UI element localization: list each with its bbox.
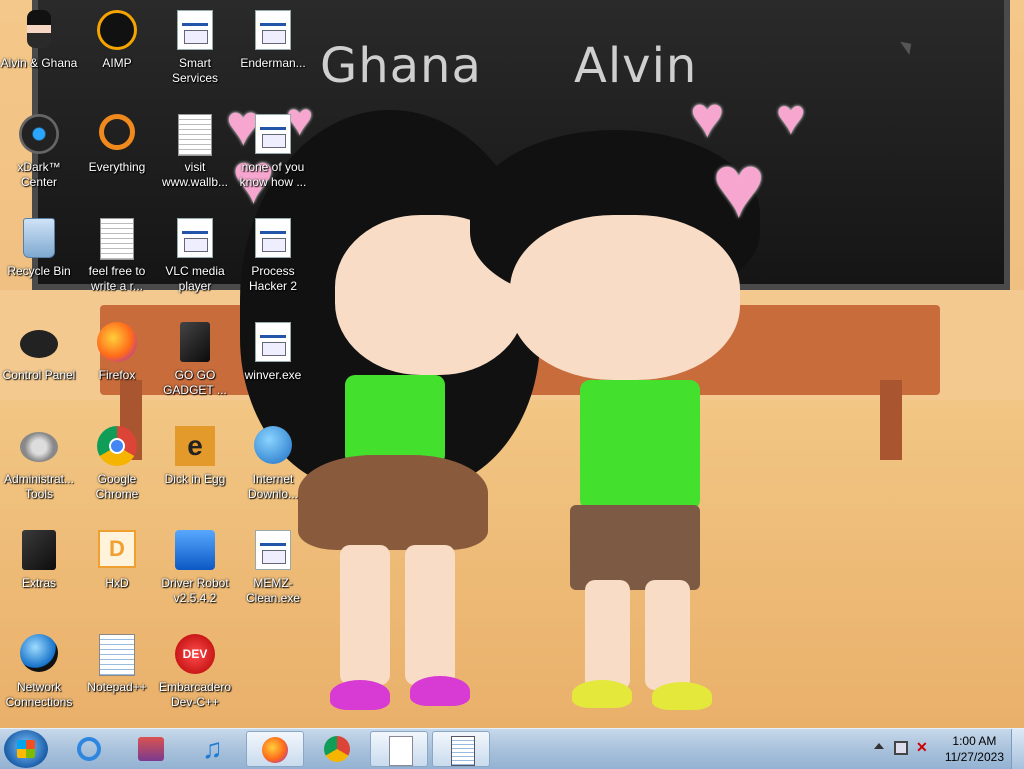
show-desktop-button[interactable]: [1011, 729, 1024, 769]
character-icon: [19, 10, 59, 50]
desktop-icon-driver-robot[interactable]: Driver Robot v2.5.4.2: [156, 524, 234, 628]
desktop-icon-go-go-gadget[interactable]: GO GO GADGET ...: [156, 316, 234, 420]
media-icon: [138, 737, 164, 761]
desktop-icon-firefox[interactable]: Firefox: [78, 316, 156, 420]
desktop-icon-admin-tools[interactable]: Administrat... Tools: [0, 420, 78, 524]
vlc-icon: [175, 218, 215, 258]
control-panel-icon: [19, 322, 59, 362]
clock-date: 11/27/2023: [944, 750, 1004, 764]
desktop-icon-notepad-plus[interactable]: Notepad++: [78, 628, 156, 728]
network-status-icon[interactable]: [894, 741, 908, 755]
start-button[interactable]: [4, 730, 48, 768]
network-icon: [19, 634, 59, 674]
text-document-icon: [175, 114, 215, 156]
wallpaper-desk-leg: [880, 380, 902, 460]
gears-icon: [175, 10, 215, 50]
notepad-icon: [451, 736, 475, 766]
wallpaper-text-alvin: Alvin: [574, 38, 698, 94]
folder-dark-icon: [19, 530, 59, 570]
desktop-icon-network-connections[interactable]: Network Connections: [0, 628, 78, 728]
generic-app-icon: [253, 114, 293, 154]
gadget-icon: [175, 322, 215, 362]
wallpaper-heart: ♥: [712, 137, 766, 237]
chrome-icon: [97, 426, 137, 466]
desktop-icon-winver[interactable]: winver.exe: [234, 316, 312, 420]
hxd-icon: D: [97, 530, 137, 570]
everything-icon: [97, 114, 137, 154]
desktop-icon-enderman[interactable]: Enderman...: [234, 4, 312, 108]
taskbar-music[interactable]: ♫: [184, 731, 242, 767]
desktop-icon-dick-in-egg[interactable]: e Dick in Egg: [156, 420, 234, 524]
desktop-icon-hxd[interactable]: D HxD: [78, 524, 156, 628]
desktop-icon-smart-services[interactable]: Smart Services: [156, 4, 234, 108]
desktop-icon-devcpp[interactable]: DEV Embarcadero Dev-C++: [156, 628, 234, 728]
taskbar-media[interactable]: [122, 731, 180, 767]
music-note-icon: ♫: [202, 733, 223, 764]
generic-app-icon: [253, 10, 293, 50]
desktop-icon-aimp[interactable]: AIMP: [78, 4, 156, 108]
wallpaper-text-ghana: Ghana: [320, 38, 482, 94]
show-hidden-icons-button[interactable]: [874, 743, 884, 749]
desktop-icon-google-chrome[interactable]: Google Chrome: [78, 420, 156, 524]
admin-tools-icon: [19, 426, 59, 466]
desktop-icon-alvin-ghana[interactable]: Alvin & Ghana: [0, 4, 78, 108]
taskbar-firefox[interactable]: [246, 731, 304, 767]
wallpaper-heart: ♥: [776, 89, 806, 145]
generic-app-icon: [389, 736, 413, 766]
process-hacker-icon: [253, 218, 293, 258]
devcpp-icon: DEV: [175, 634, 215, 674]
memz-icon: [253, 530, 293, 570]
desktop-icon-process-hacker[interactable]: Process Hacker 2: [234, 212, 312, 316]
app-icon: e: [175, 426, 215, 466]
windows-icon: [253, 322, 293, 362]
desktop-icon-none-of-you[interactable]: none of you know how ...: [234, 108, 312, 212]
clock-time: 1:00 AM: [952, 734, 997, 748]
globe-download-icon: [253, 426, 293, 466]
desktop-icon-internet-download[interactable]: Internet Downlo...: [234, 420, 312, 524]
windows-logo-icon: [17, 740, 35, 758]
desktop-icon-control-panel[interactable]: Control Panel: [0, 316, 78, 420]
aimp-icon: [97, 10, 137, 50]
desktop-icon-memz-clean[interactable]: MEMZ-Clean.exe: [234, 524, 312, 628]
desktop-icon-feel-free[interactable]: feel free to write a r...: [78, 212, 156, 316]
recycle-bin-icon: [19, 218, 59, 258]
desktop-icon-xdark-center[interactable]: xDark™ Center: [0, 108, 78, 212]
taskbar-ie[interactable]: [60, 731, 118, 767]
system-tray: ✕ 1:00 AM 11/27/2023: [864, 729, 1024, 769]
taskbar-generic-app[interactable]: [370, 731, 428, 767]
taskbar: ♫ ✕ 1:00 AM 11/27/2023: [0, 728, 1024, 769]
notepad-plus-icon: [97, 634, 137, 676]
ie-icon: [77, 737, 101, 761]
desktop[interactable]: Ghana Alvin ♥ ♥ ♥ ♥ ♥ ♥ Alvin & Ghana AI: [0, 0, 1024, 728]
chrome-icon: [324, 736, 350, 762]
desktop-icon-vlc[interactable]: VLC media player: [156, 212, 234, 316]
driver-robot-icon: [175, 530, 215, 570]
desktop-icon-extras[interactable]: Extras: [0, 524, 78, 628]
clock[interactable]: 1:00 AM 11/27/2023: [945, 733, 1004, 765]
firefox-icon: [97, 322, 137, 362]
taskbar-chrome[interactable]: [308, 731, 366, 767]
desktop-icon-visit-wallb[interactable]: visit www.wallb...: [156, 108, 234, 212]
volume-muted-icon[interactable]: ✕: [916, 739, 928, 756]
taskbar-notepad[interactable]: [432, 731, 490, 767]
xdark-icon: [19, 114, 59, 154]
desktop-icon-everything[interactable]: Everything: [78, 108, 156, 212]
desktop-icon-recycle-bin[interactable]: Recycle Bin: [0, 212, 78, 316]
text-document-icon: [97, 218, 137, 260]
firefox-icon: [262, 737, 288, 763]
